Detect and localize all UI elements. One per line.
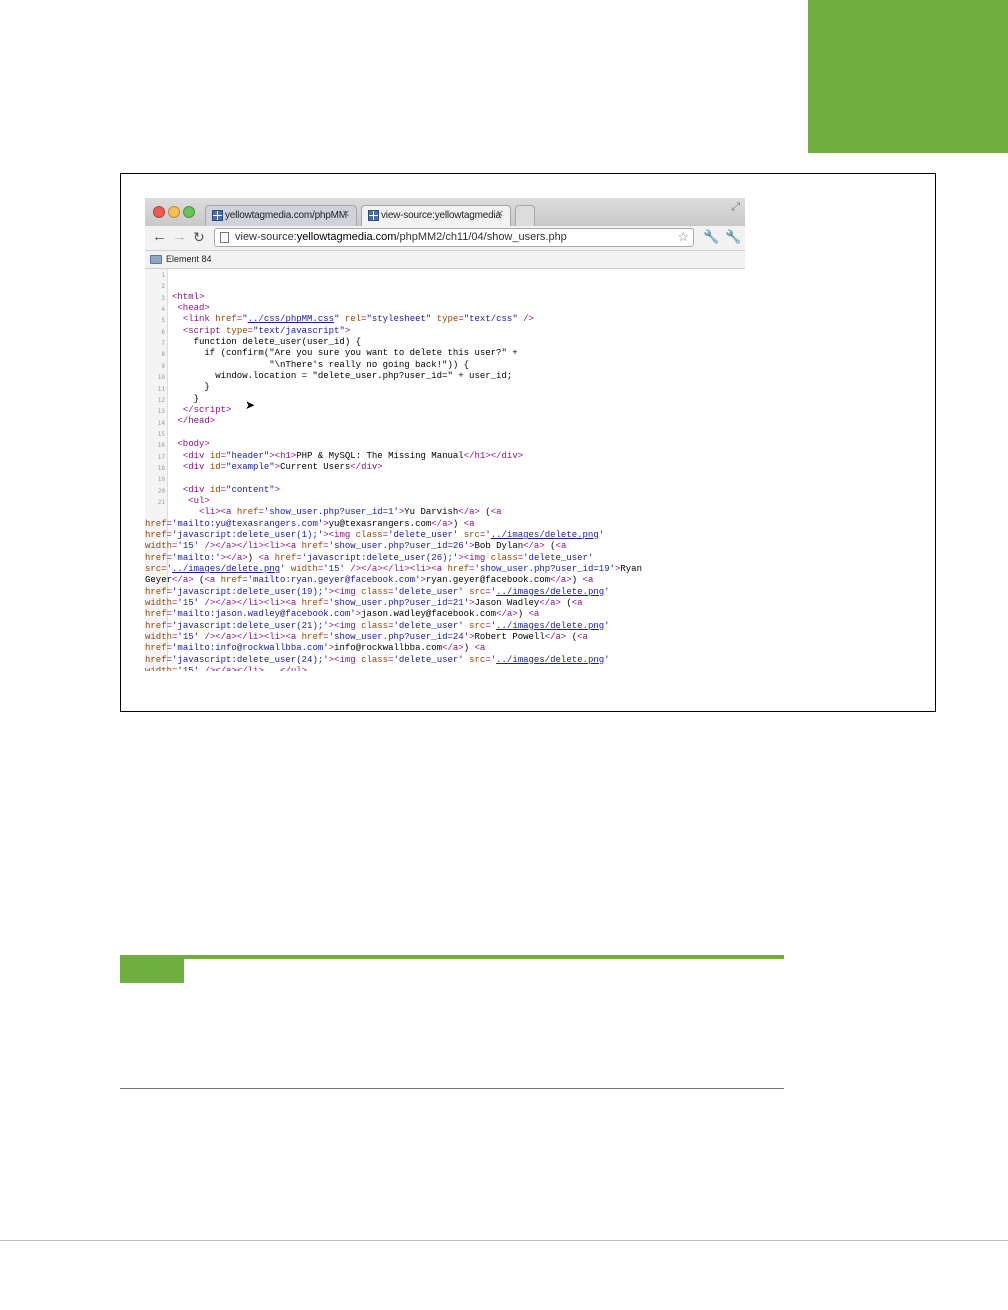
url-path: /phpMM2/ch11/04/show_users.php	[396, 231, 567, 243]
line-number: 13	[157, 408, 165, 416]
note-top-rule	[120, 955, 784, 959]
close-window-button[interactable]	[153, 206, 165, 218]
chapter-tab-block	[808, 0, 1008, 153]
line-number: 15	[157, 430, 165, 438]
line-number: 11	[157, 385, 165, 393]
line-number: 6	[161, 328, 165, 336]
note-label-tab	[120, 955, 184, 983]
page-favicon-icon	[368, 210, 379, 221]
url-scheme: view-source:	[235, 231, 297, 243]
page-icon	[220, 232, 229, 243]
line-number: 16	[157, 442, 165, 450]
line-number: 12	[157, 396, 165, 404]
line-number: 20	[157, 487, 165, 495]
page-favicon-icon	[212, 210, 223, 221]
note-bottom-rule	[120, 1088, 784, 1089]
line-number: 8	[161, 351, 165, 359]
line-number: 21	[157, 499, 165, 506]
mouse-pointer-icon: ➤	[245, 398, 256, 412]
browser-titlebar: yellowtagmedia.com/phpMM ✕ view-source:y…	[145, 198, 745, 226]
source-code: <html> <head> <link href="../css/phpMM.c…	[145, 291, 642, 671]
line-number: 4	[161, 306, 165, 314]
line-number: 7	[161, 340, 165, 348]
address-bar[interactable]: view-source:yellowtagmedia.com/phpMM2/ch…	[214, 228, 694, 247]
settings-wrench-icon[interactable]: 🔧	[725, 229, 741, 245]
close-tab-icon[interactable]: ✕	[496, 209, 504, 220]
minimize-window-button[interactable]	[168, 206, 180, 218]
url-text[interactable]: view-source:yellowtagmedia.com/phpMM2/ch…	[235, 231, 567, 243]
forward-arrow-icon[interactable]: →	[172, 229, 187, 245]
line-number: 19	[157, 476, 165, 484]
back-arrow-icon[interactable]: ←	[152, 229, 167, 245]
tab-label: yellowtagmedia.com/phpMM	[225, 210, 347, 221]
line-number: 10	[157, 374, 165, 382]
line-number: 14	[157, 419, 165, 427]
tab-label: view-source:yellowtagmedia	[381, 210, 501, 221]
browser-window: yellowtagmedia.com/phpMM ✕ view-source:y…	[145, 198, 745, 671]
line-number: 18	[157, 464, 165, 472]
bookmark-folder-element-84[interactable]: Element 84	[166, 254, 212, 264]
source-view: 1 2 3 4 5 6 7 8 9 10 11 12 13 14 15 16 17 18 19 20 21 <html>…	[145, 269, 745, 671]
bookmarks-bar: Element 84	[145, 251, 745, 269]
browser-toolbar: ← → ↻ view-source:yellowtagmedia.com/php…	[145, 226, 745, 251]
line-number: 3	[161, 294, 165, 302]
bookmark-star-icon[interactable]: ☆	[677, 229, 689, 245]
page-menu-icon[interactable]: 🔧	[703, 229, 719, 245]
zoom-window-button[interactable]	[183, 206, 195, 218]
line-number: 1	[161, 272, 165, 279]
line-number: 5	[161, 317, 165, 325]
line-number: 9	[161, 362, 165, 370]
url-host: yellowtagmedia.com	[296, 231, 397, 243]
close-tab-icon[interactable]: ✕	[342, 209, 350, 220]
footer-rule	[0, 1240, 1008, 1241]
fullscreen-icon[interactable]: ⤢	[731, 201, 740, 214]
line-number: 17	[157, 453, 165, 461]
line-number: 2	[161, 283, 165, 291]
folder-icon	[150, 255, 162, 264]
tab-view-source[interactable]: view-source:yellowtagmedia ✕	[361, 205, 511, 226]
reload-icon[interactable]: ↻	[193, 229, 205, 245]
tab-show-users[interactable]: yellowtagmedia.com/phpMM ✕	[205, 205, 357, 226]
new-tab-button[interactable]	[515, 205, 535, 226]
